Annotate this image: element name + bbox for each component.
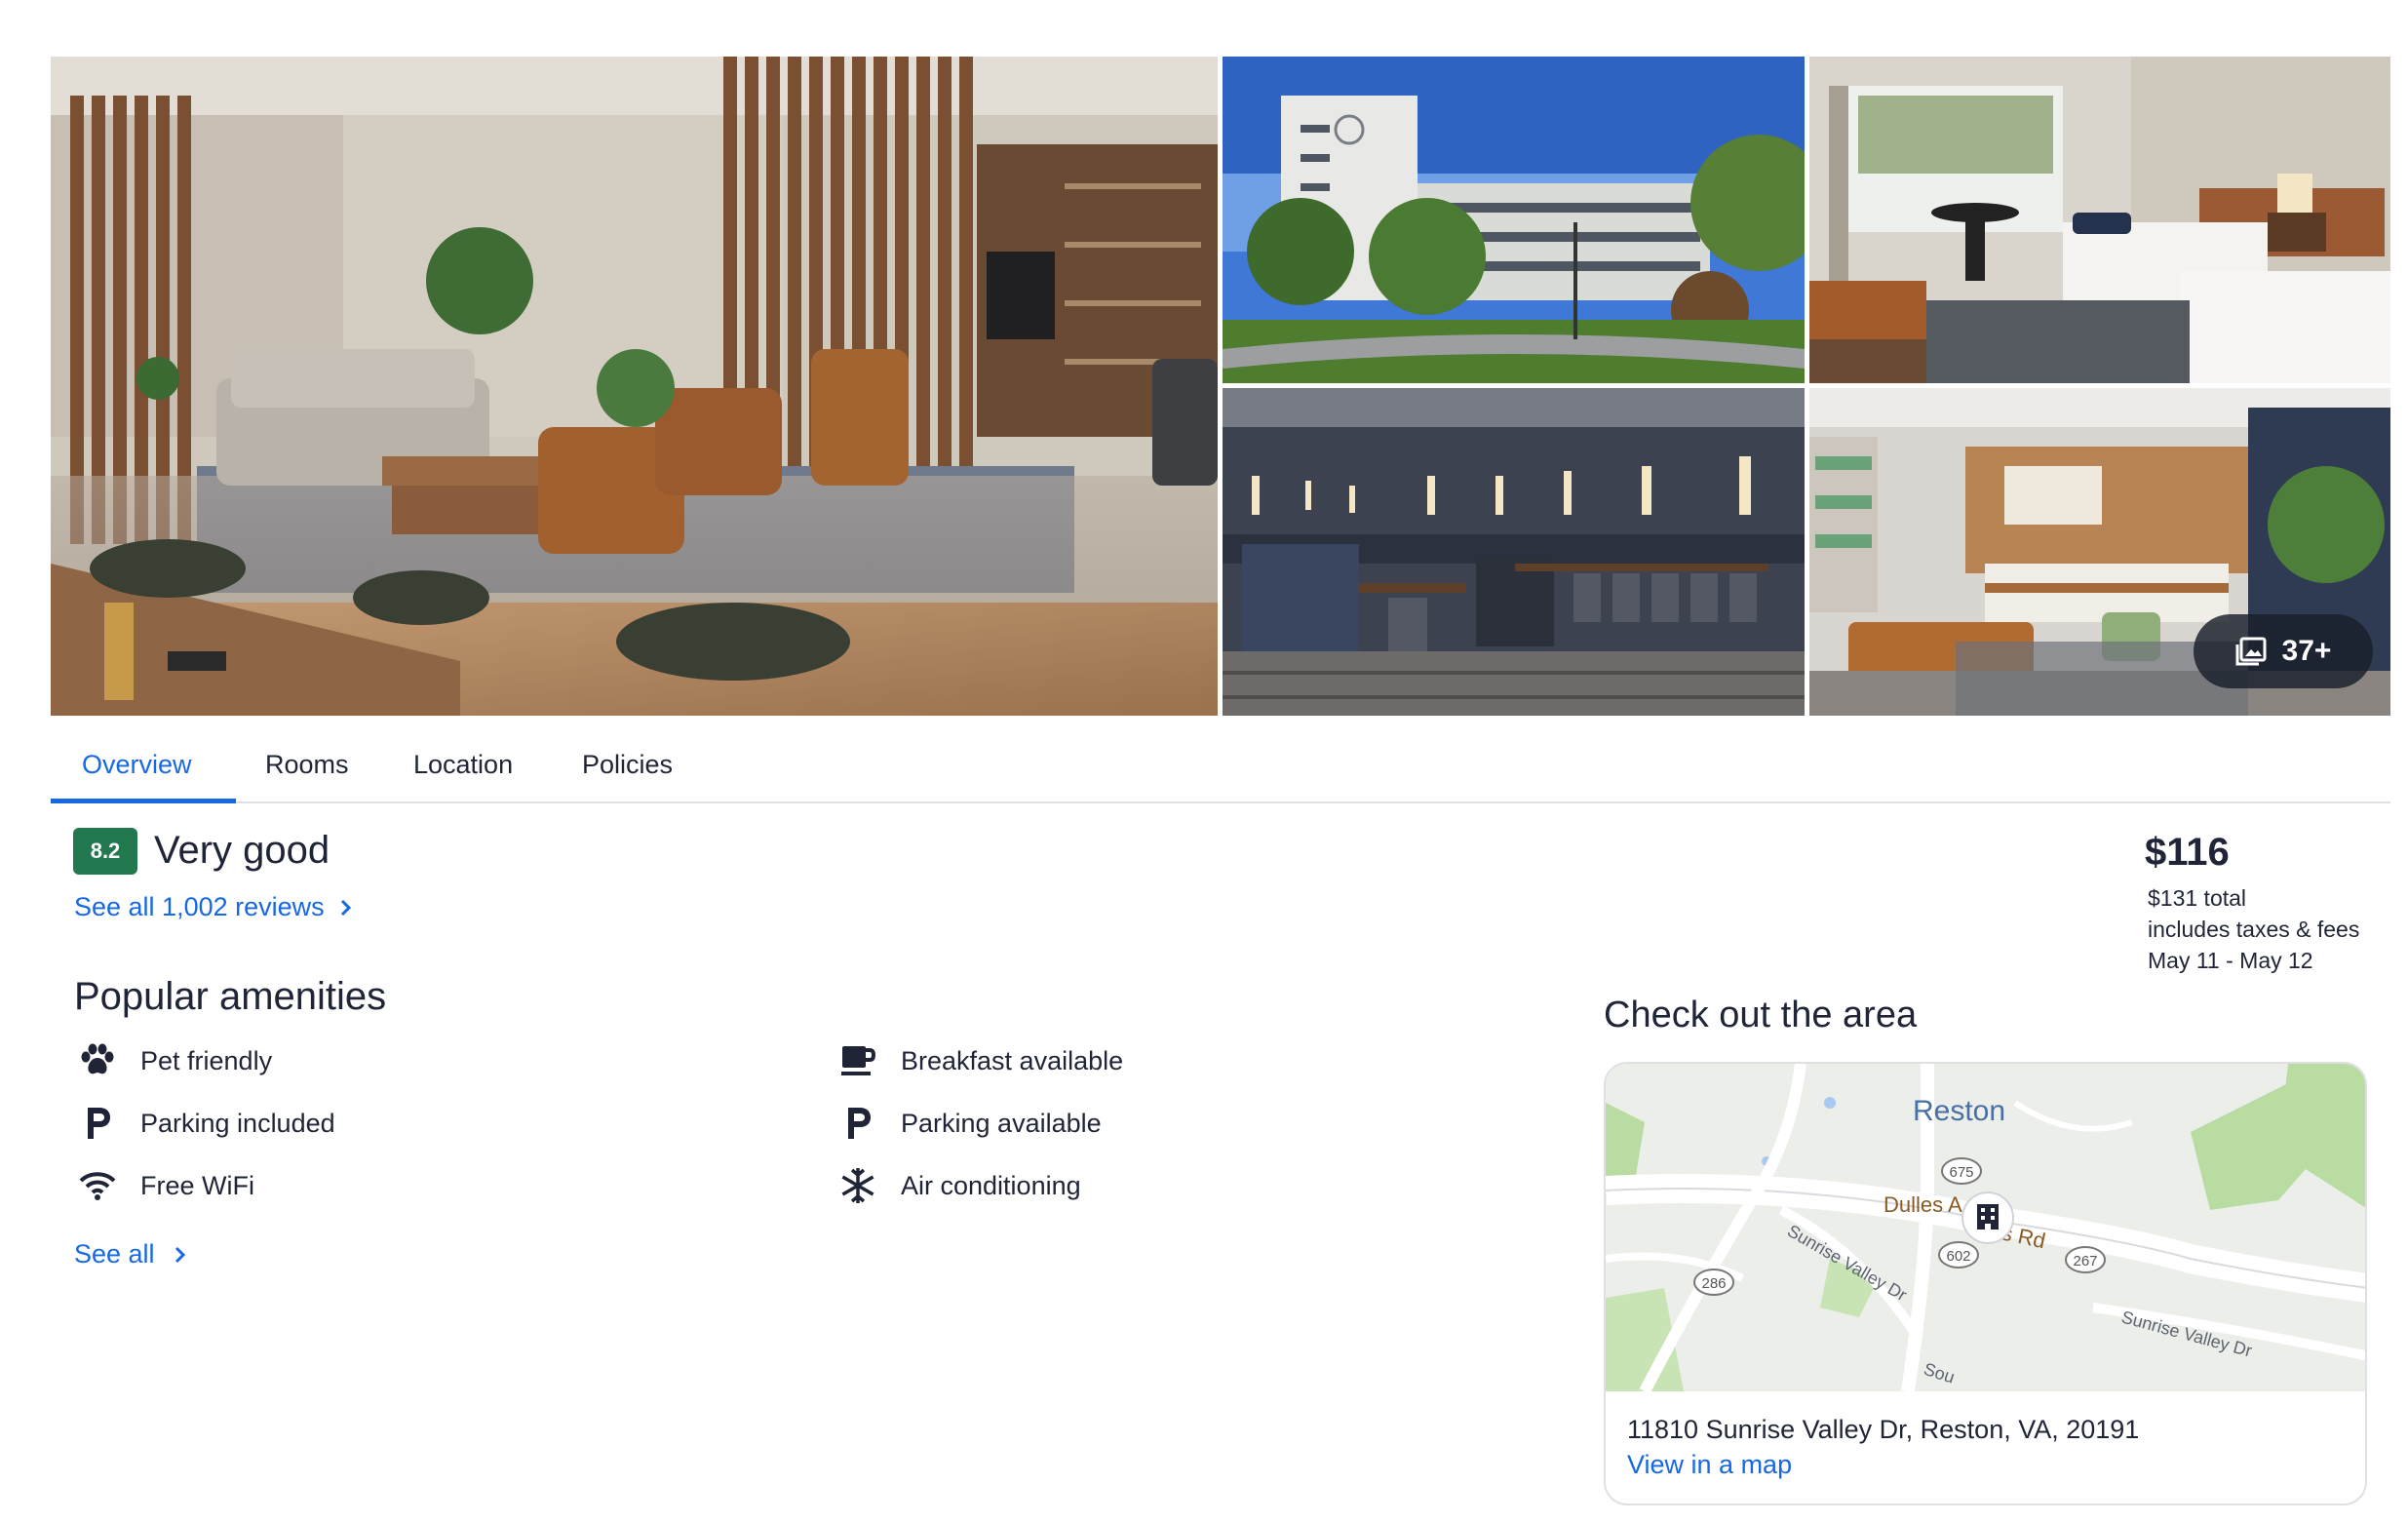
amenity-breakfast-available: Breakfast available [838,1041,1123,1080]
amenity-parking-included: Parking included [78,1104,335,1143]
map-label-town: Reston [1913,1095,2005,1127]
parking-icon [848,1108,871,1139]
coffee-cup-icon [841,1046,876,1075]
parking-icon [88,1108,110,1139]
amenity-label: Breakfast available [901,1045,1124,1075]
photo-gallery: 37+ [51,57,2390,716]
amenities-heading: Popular amenities [74,975,387,1018]
route-shield-675: 675 [1941,1157,1982,1185]
hotel-pin-icon[interactable] [1961,1191,2014,1244]
photo-count-label: 37+ [2281,635,2332,667]
amenity-parking-available: Parking available [838,1104,1102,1143]
snowflake-icon [841,1168,874,1203]
amenity-label: Free WiFi [140,1170,254,1200]
tab-location[interactable]: Location [413,725,513,803]
svg-text:675: 675 [1949,1164,1973,1181]
view-in-map-link[interactable]: View in a map [1627,1450,1792,1480]
wifi-icon [79,1172,116,1200]
see-all-label: See all [74,1239,155,1269]
paw-icon [81,1043,114,1074]
area-map-card: Reston Dulles A s Rd Sunrise Valley Dr S… [1604,1062,2367,1505]
amenity-label: Pet friendly [140,1045,273,1075]
photo-count-button[interactable]: 37+ [2194,614,2373,688]
chevron-right-icon [175,1246,185,1263]
see-all-amenities-link[interactable]: See all [74,1239,188,1269]
stay-dates: May 11 - May 12 [2148,948,2313,973]
chevron-right-icon [340,899,351,916]
svg-text:286: 286 [1701,1275,1726,1292]
tab-policies[interactable]: Policies [582,725,673,803]
photo-lobby-lounge[interactable] [51,57,1218,716]
amenity-label: Parking available [901,1108,1102,1138]
rating-label: Very good [154,829,330,872]
hotel-address: 11810 Sunrise Valley Dr, Reston, VA, 201… [1627,1415,2140,1444]
reviews-link-label: See all 1,002 reviews [74,892,325,921]
tab-rooms[interactable]: Rooms [265,725,349,803]
photo-guest-room[interactable] [1809,57,2390,383]
rating-score-badge: 8.2 [73,828,137,875]
amenity-label: Parking included [140,1108,335,1138]
active-tab-indicator [51,799,236,803]
route-shield-602: 602 [1938,1241,1979,1269]
amenity-label: Air conditioning [901,1170,1081,1200]
section-tabs: Overview Rooms Location Policies [51,725,2390,803]
amenity-air-conditioning: Air conditioning [838,1166,1081,1205]
route-shield-267: 267 [2065,1246,2106,1273]
total-price: $131 total [2148,885,2247,911]
route-shield-286: 286 [1693,1269,1734,1296]
svg-text:267: 267 [2073,1253,2097,1269]
nightly-price: $116 [2145,831,2230,874]
amenity-free-wifi: Free WiFi [78,1166,254,1205]
area-map[interactable]: Reston Dulles A s Rd Sunrise Valley Dr S… [1606,1064,2365,1391]
svg-text:602: 602 [1946,1248,1970,1265]
gallery-icon [2235,637,2267,666]
amenity-pet-friendly: Pet friendly [78,1041,272,1080]
price-note: includes taxes & fees [2148,917,2360,942]
tab-overview[interactable]: Overview [82,725,192,803]
photo-restaurant[interactable] [1223,388,1805,716]
area-heading: Check out the area [1604,995,1918,1035]
photo-hotel-exterior[interactable] [1223,57,1805,383]
see-all-reviews-link[interactable]: See all 1,002 reviews [74,892,354,922]
map-label-road-main: Dulles A [1884,1192,1962,1217]
